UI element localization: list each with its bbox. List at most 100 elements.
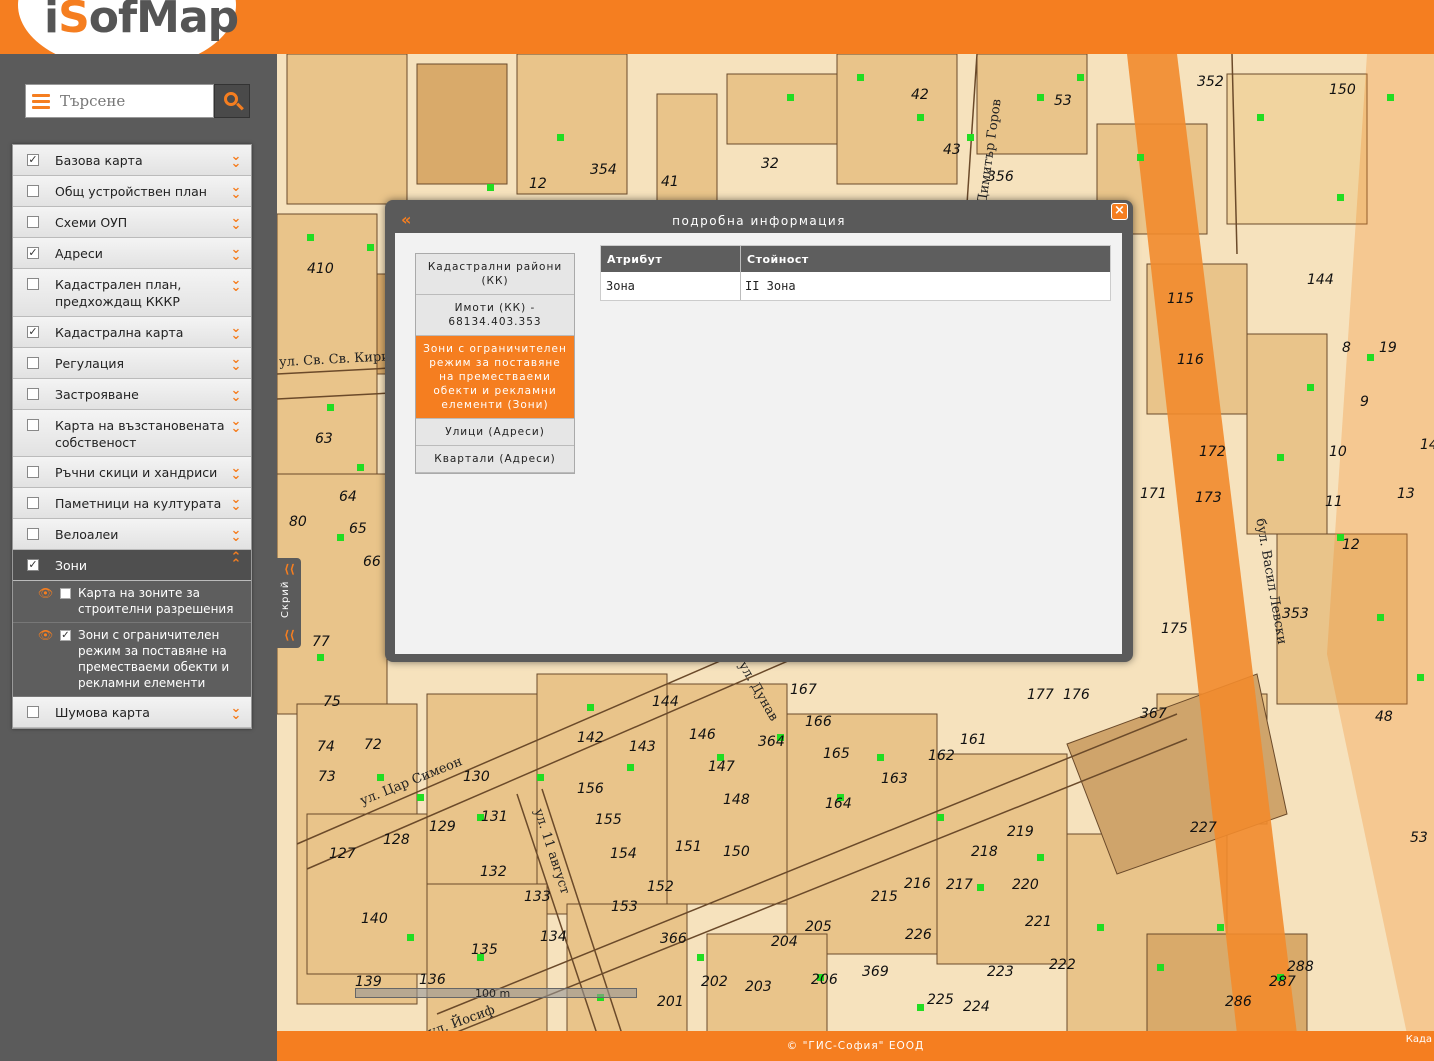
parcel-number: 222 — [1049, 957, 1076, 973]
sublayer-checkbox[interactable] — [60, 588, 71, 599]
layer-buildings[interactable]: Застрояване ⌄ ⌄ — [13, 379, 251, 410]
parcel-number: 77 — [312, 634, 330, 650]
chevron-down-icon[interactable]: ⌄ ⌄ — [229, 181, 243, 201]
layer-checkbox[interactable] — [27, 216, 39, 228]
search-button[interactable] — [214, 84, 250, 118]
layer-checkbox[interactable] — [27, 419, 39, 431]
nav-restricted-zones[interactable]: Зони с ограничителен режим за поставяне … — [416, 336, 574, 419]
layer-base-map[interactable]: ✓ Базова карта ⌄ ⌄ — [13, 145, 251, 176]
layer-oup-schemes[interactable]: Схеми ОУП ⌄ ⌄ — [13, 207, 251, 238]
chevron-down-icon[interactable]: ⌄ ⌄ — [229, 243, 243, 263]
layer-restored-property[interactable]: Карта на възстановената собственост ⌄ ⌄ — [13, 410, 251, 457]
search-input[interactable] — [60, 89, 208, 113]
dialog-title: подробна информация — [672, 214, 846, 228]
chevron-down-icon[interactable]: ⌄ ⌄ — [229, 274, 243, 294]
nav-quarters[interactable]: Квартали (Адреси) — [416, 446, 574, 473]
chevron-down-icon[interactable]: ⌄ ⌄ — [229, 212, 243, 232]
parcel-number: 41 — [661, 174, 679, 190]
layer-zones[interactable]: ✓ Зони ⌃ ⌃ — [13, 550, 251, 581]
layer-checkbox[interactable]: ✓ — [27, 559, 39, 571]
close-button[interactable]: × — [1111, 203, 1128, 220]
scale-label: 100 m — [475, 987, 511, 1000]
sublayer-building-permits[interactable]: 👁 Карта на зоните за строителни разрешен… — [13, 581, 251, 623]
sublayer-checkbox[interactable]: ✓ — [60, 630, 71, 641]
parcel-number: 9 — [1360, 394, 1369, 410]
parcel-number: 163 — [881, 771, 908, 787]
parcel-number: 218 — [971, 844, 998, 860]
chevron-down-icon[interactable]: ⌄ ⌄ — [229, 493, 243, 513]
parcel-number: 135 — [471, 942, 498, 958]
layer-noise-map[interactable]: Шумова карта ⌄ ⌄ — [13, 697, 251, 728]
layer-bike-lanes[interactable]: Велоалеи ⌄ ⌄ — [13, 519, 251, 550]
menu-icon[interactable] — [32, 94, 50, 109]
layer-addresses[interactable]: ✓ Адреси ⌄ ⌄ — [13, 238, 251, 269]
layer-monuments[interactable]: Паметници на културата ⌄ ⌄ — [13, 488, 251, 519]
layer-cadastral-plan[interactable]: Кадастрален план, предхождащ КККР ⌄ ⌄ — [13, 269, 251, 317]
parcel-number: 12 — [1342, 537, 1360, 553]
parcel-number: 115 — [1167, 291, 1194, 307]
layer-label: Кадастрална карта — [55, 325, 184, 340]
chevron-down-icon[interactable]: ⌄ ⌄ — [229, 384, 243, 404]
layer-checkbox[interactable]: ✓ — [27, 326, 39, 338]
parcel-number: 171 — [1140, 486, 1167, 502]
cell-attribute: Зона — [606, 279, 635, 293]
layer-checkbox[interactable] — [27, 357, 39, 369]
sublayer-label: Зони с ограничителен режим за поставяне … — [78, 628, 230, 690]
layer-checkbox[interactable]: ✓ — [27, 154, 39, 166]
cell-value: II Зона — [745, 279, 796, 293]
layer-checkbox[interactable]: ✓ — [27, 247, 39, 259]
eye-icon[interactable]: 👁 — [38, 586, 53, 600]
layer-sketches[interactable]: Ръчни скици и хандриси ⌄ ⌄ — [13, 457, 251, 488]
parcel-number: 43 — [943, 142, 961, 158]
parcel-number: 127 — [329, 846, 356, 862]
parcel-number: 32 — [761, 156, 779, 172]
chevron-down-icon[interactable]: ⌄ ⌄ — [229, 322, 243, 342]
parcel-number: 155 — [595, 812, 622, 828]
parcel-number: 162 — [928, 748, 955, 764]
layer-checkbox[interactable] — [27, 497, 39, 509]
layer-checkbox[interactable] — [27, 185, 39, 197]
layer-general-plan[interactable]: Общ устройствен план ⌄ ⌄ — [13, 176, 251, 207]
parcel-number: 42 — [911, 87, 929, 103]
parcel-number: 153 — [611, 899, 638, 915]
parcel-number: 202 — [701, 974, 728, 990]
layer-checkbox[interactable] — [27, 466, 39, 478]
chevron-down-icon[interactable]: ⌄ ⌄ — [229, 150, 243, 170]
parcel-number: 286 — [1225, 994, 1252, 1010]
parcel-number: 134 — [540, 929, 567, 945]
app-logo[interactable]: iSofMap — [44, 0, 239, 43]
parcel-number: 14 — [1420, 437, 1434, 453]
layer-checkbox[interactable] — [27, 278, 39, 290]
chevron-left-icon: ⟨⟨ — [284, 628, 295, 642]
parcel-number: 53 — [1410, 830, 1428, 846]
layer-regulation[interactable]: Регулация ⌄ ⌄ — [13, 348, 251, 379]
layer-checkbox[interactable] — [27, 528, 39, 540]
nav-properties[interactable]: Имоти (КК) - 68134.403.353 — [416, 295, 574, 336]
parcel-number: 172 — [1199, 444, 1226, 460]
layer-checkbox[interactable] — [27, 388, 39, 400]
hide-sidebar-tab[interactable]: ⟨⟨ Скрий ⟨⟨ — [277, 558, 301, 648]
parcel-number: 352 — [1197, 74, 1224, 90]
chevron-down-icon[interactable]: ⌄ ⌄ — [229, 353, 243, 373]
nav-streets[interactable]: Улици (Адреси) — [416, 419, 574, 446]
parcel-number: 11 — [1325, 494, 1343, 510]
parcel-number: 227 — [1190, 820, 1217, 836]
footer-right-text: Када — [1405, 1034, 1432, 1045]
eye-icon[interactable]: 👁 — [38, 628, 53, 642]
chevron-down-icon[interactable]: ⌄ ⌄ — [229, 524, 243, 544]
parcel-number: 13 — [1397, 486, 1415, 502]
chevron-down-icon[interactable]: ⌄ ⌄ — [229, 462, 243, 482]
chevron-down-icon[interactable]: ⌄ ⌄ — [229, 702, 243, 722]
chevron-up-icon[interactable]: ⌃ ⌃ — [229, 551, 243, 571]
layer-label: Зони — [55, 558, 87, 573]
layer-cadastral-map[interactable]: ✓ Кадастрална карта ⌄ ⌄ — [13, 317, 251, 348]
nav-cadastral-districts[interactable]: Кадастрални райони (КК) — [416, 254, 574, 295]
sublayer-restricted-zones[interactable]: 👁 ✓ Зони с ограничителен режим за постав… — [13, 623, 251, 697]
layer-checkbox[interactable] — [27, 706, 39, 718]
parcel-number: 10 — [1329, 444, 1347, 460]
chevron-down-icon[interactable]: ⌄ ⌄ — [229, 415, 243, 435]
parcel-number: 223 — [987, 964, 1014, 980]
chevron-left-icon: ⟨⟨ — [284, 562, 295, 576]
parcel-number: 161 — [960, 732, 987, 748]
parcel-number: 203 — [745, 979, 772, 995]
